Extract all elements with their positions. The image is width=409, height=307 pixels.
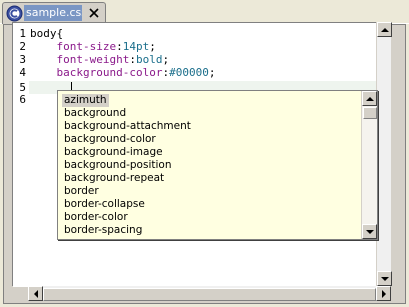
autocomplete-item[interactable]: border xyxy=(62,185,101,198)
autocomplete-list: azimuth background background-attachment… xyxy=(58,91,359,239)
autocomplete-item[interactable]: border-spacing xyxy=(62,224,144,237)
code-line: background-color:#00000; xyxy=(56,66,216,79)
autocomplete-item[interactable]: border-color xyxy=(62,211,130,224)
autocomplete-item[interactable]: background-repeat xyxy=(62,172,166,185)
css-value: #00000 xyxy=(169,66,209,79)
arrow-left-icon xyxy=(34,290,38,298)
css-property: font-size xyxy=(56,40,117,53)
editor-vertical-scrollbar[interactable] xyxy=(376,22,392,286)
autocomplete-item[interactable]: background xyxy=(62,107,128,120)
autocomplete-item[interactable]: background-position xyxy=(62,159,173,172)
line-number: 3 xyxy=(19,53,26,66)
code-line: font-size:14pt; xyxy=(56,40,156,53)
arrow-down-icon xyxy=(381,277,389,281)
line-number: 4 xyxy=(19,66,26,79)
popup-scroll-thumb[interactable] xyxy=(363,107,377,119)
css-value: bold xyxy=(135,53,163,66)
autocomplete-scrollbar[interactable] xyxy=(361,91,377,239)
popup-scroll-up-button[interactable] xyxy=(362,91,377,106)
css-value: 14pt xyxy=(122,40,150,53)
tab-sample-css[interactable]: sample.css xyxy=(2,2,106,24)
arrow-up-icon xyxy=(366,97,374,101)
autocomplete-item[interactable]: background-attachment xyxy=(62,120,193,133)
code-line: body{ xyxy=(30,27,64,40)
popup-scroll-down-button[interactable] xyxy=(362,224,377,239)
line-number: 2 xyxy=(19,40,26,53)
css-property: background-color xyxy=(56,66,163,79)
arrow-up-icon xyxy=(381,28,389,32)
horizontal-scroll-thumb[interactable] xyxy=(43,288,376,301)
autocomplete-item[interactable]: azimuth xyxy=(62,94,109,107)
scroll-down-button[interactable] xyxy=(377,271,392,286)
arrow-right-icon xyxy=(382,290,386,298)
line-number: 1 xyxy=(19,27,26,40)
scroll-left-button[interactable] xyxy=(28,286,43,301)
tab-label: sample.css xyxy=(24,5,82,21)
scroll-up-button[interactable] xyxy=(377,22,392,37)
css-file-icon xyxy=(6,5,23,22)
autocomplete-item[interactable]: border-collapse xyxy=(62,198,147,211)
code-line: font-weight:bold; xyxy=(56,53,170,66)
line-number: 6 xyxy=(19,93,26,106)
autocomplete-popup: azimuth background background-attachment… xyxy=(57,90,378,240)
arrow-down-icon xyxy=(366,230,374,234)
tab-bar: sample.css xyxy=(0,0,409,24)
close-icon[interactable] xyxy=(87,6,101,20)
css-property: font-weight xyxy=(56,53,130,66)
autocomplete-item[interactable]: background-image xyxy=(62,146,165,159)
autocomplete-item[interactable]: background-color xyxy=(62,133,158,146)
scroll-right-button[interactable] xyxy=(376,286,391,301)
